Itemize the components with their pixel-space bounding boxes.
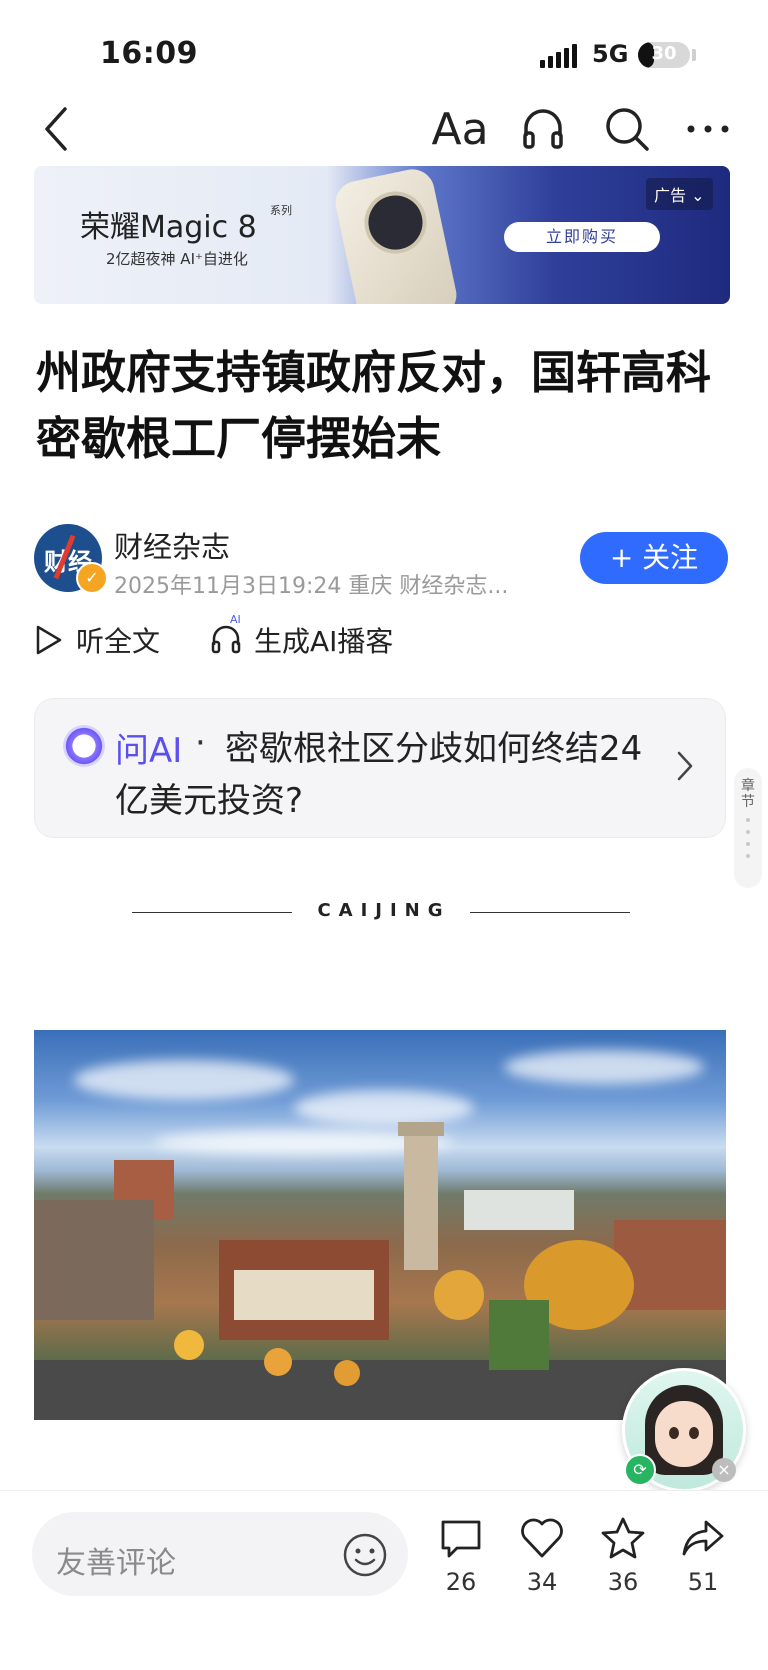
font-size-icon[interactable]: Aa <box>430 102 490 156</box>
signal-icon <box>540 44 580 68</box>
search-icon[interactable] <box>602 102 652 156</box>
assistant-badge-icon: ⟳ <box>624 1454 656 1486</box>
comment-count: 26 <box>445 1568 477 1596</box>
verified-badge-icon: ✓ <box>76 562 108 594</box>
chapter-label: 章节 <box>741 778 755 810</box>
article-meta: 2025年11月3日19:24 重庆 财经杂志... <box>114 574 509 599</box>
share-count: 51 <box>687 1568 719 1596</box>
follow-button[interactable]: + 关注 <box>580 532 728 584</box>
ai-podcast-button[interactable]: AI 生成AI播客 <box>210 613 394 660</box>
play-icon <box>36 625 62 655</box>
ask-ai-label: 问AI <box>115 731 183 771</box>
article-title: 州政府支持镇政府反对，国轩高科密歇根工厂停摆始末 <box>36 346 712 465</box>
chevron-right-icon <box>675 749 695 787</box>
favorite-count: 36 <box>607 1568 639 1596</box>
listen-full-button[interactable]: 听全文 <box>34 620 160 660</box>
share-button[interactable]: 51 <box>668 1516 738 1596</box>
author-name[interactable]: 财经杂志 <box>114 524 230 566</box>
ai-headphones-icon: AI <box>210 613 244 657</box>
ad-phone-image <box>331 166 461 304</box>
ad-series: 系列 <box>270 204 292 217</box>
chapter-dots <box>734 818 762 858</box>
heart-icon <box>521 1518 563 1558</box>
camera-module <box>358 185 433 260</box>
ad-tag[interactable]: 广告 ⌄ <box>646 178 713 210</box>
more-icon[interactable] <box>684 102 732 156</box>
share-icon <box>682 1520 724 1556</box>
listen-full-label: 听全文 <box>76 625 161 658</box>
ai-podcast-label: 生成AI播客 <box>254 625 394 658</box>
assistant-eye-right <box>689 1427 699 1439</box>
ad-brand: 荣耀Magic 8 <box>80 210 257 245</box>
ad-banner[interactable]: 荣耀Magic 8 系列 2亿超夜神 AI⁺自进化 立即购买 广告 ⌄ <box>34 166 730 304</box>
comment-icon <box>441 1520 481 1558</box>
emoji-icon[interactable] <box>342 1532 388 1582</box>
close-icon[interactable]: × <box>712 1458 736 1482</box>
chapter-tab[interactable]: 章节 <box>734 768 762 888</box>
like-count: 34 <box>526 1568 558 1596</box>
ask-ai-card[interactable]: 密歇根社区分歧如何终结24亿美元投资? 问AI · <box>34 698 726 838</box>
battery-icon: 30 <box>638 42 690 68</box>
ai-badge: AI <box>230 613 241 626</box>
like-button[interactable]: 34 <box>507 1516 577 1596</box>
ad-subtitle: 2亿超夜神 AI⁺自进化 <box>106 250 248 268</box>
ad-tag-label: 广告 <box>654 186 687 205</box>
ai-logo-icon <box>63 725 105 767</box>
headphones-icon[interactable] <box>518 102 568 156</box>
battery-tip <box>692 49 696 61</box>
network-type: 5G <box>592 40 629 68</box>
chevron-down-icon: ⌄ <box>691 186 705 205</box>
article-image[interactable] <box>34 1030 726 1420</box>
assistant-eye-left <box>669 1427 679 1439</box>
status-time: 16:09 <box>100 36 198 71</box>
ask-ai-separator: · <box>195 723 206 763</box>
assistant-face <box>655 1401 713 1467</box>
caijing-divider-text: CAIJING <box>317 900 451 921</box>
back-arrow-icon[interactable] <box>36 102 76 156</box>
ad-buy-button[interactable]: 立即购买 <box>504 222 660 252</box>
battery-level: 30 <box>651 43 677 64</box>
star-icon <box>601 1517 645 1559</box>
favorite-button[interactable]: 36 <box>588 1516 658 1596</box>
comment-button[interactable]: 26 <box>426 1516 496 1596</box>
comment-placeholder: 友善评论 <box>56 1546 176 1581</box>
